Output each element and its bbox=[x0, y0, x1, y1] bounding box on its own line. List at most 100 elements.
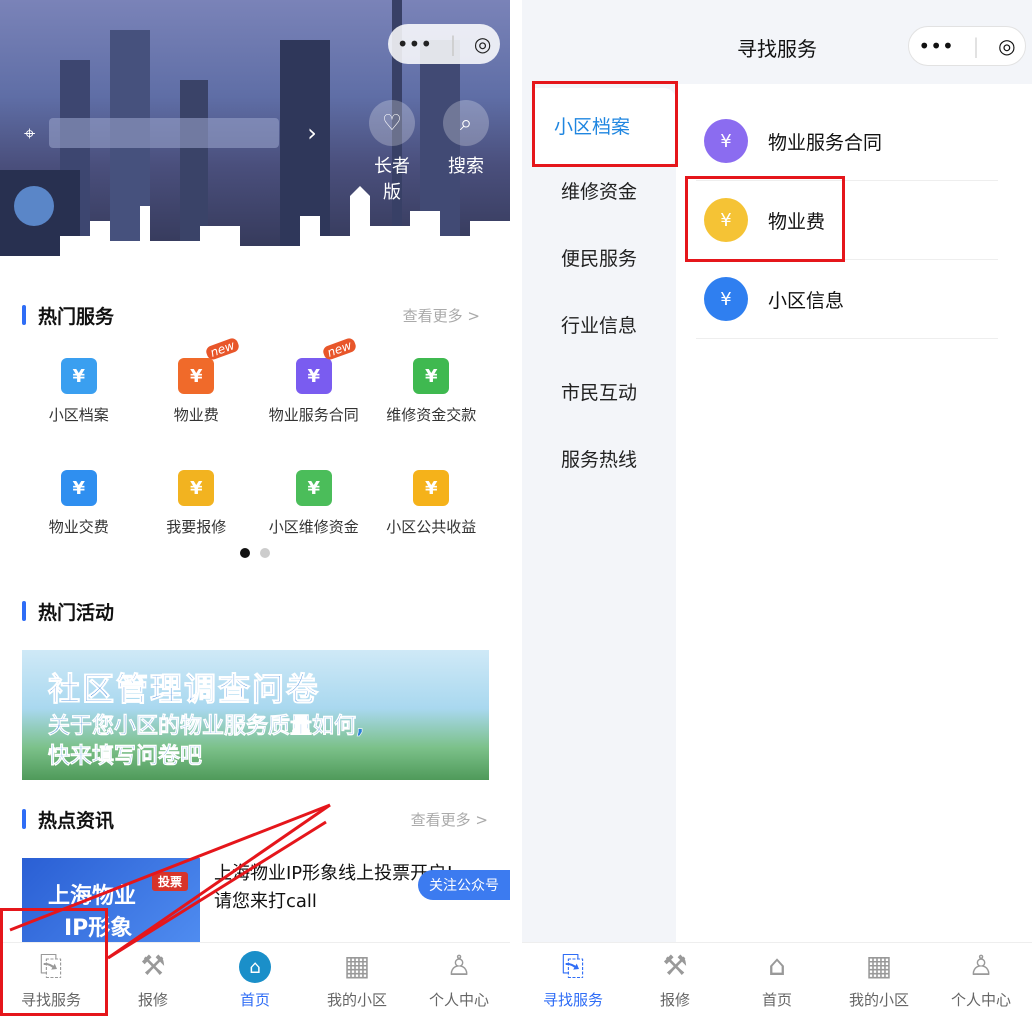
navigation-bar: 寻找服务 ••• | ◎ bbox=[522, 0, 1032, 84]
annotation-box-find-service-tab bbox=[0, 908, 108, 1016]
tab-user[interactable]: ♙ 个人中心 bbox=[930, 943, 1032, 1030]
tab-label: 我的小区 bbox=[848, 991, 909, 1009]
tab-label: 我的小区 bbox=[326, 991, 387, 1009]
right-tab-bar: ⎘ 寻找服务 ⚒ 报修 ⌂ 首页 ▦ 我的小区 ♙ 个人中心 bbox=[522, 942, 1032, 1030]
tab-my-community[interactable]: ▦ 我的小区 bbox=[828, 943, 930, 1030]
skyline-silhouette bbox=[0, 186, 510, 276]
tab-label: 报修 bbox=[659, 991, 690, 1009]
tab-label: 寻找服务 bbox=[542, 991, 603, 1009]
service-item[interactable]: ¥ 小区公共收益 bbox=[373, 452, 491, 564]
tab-label: 个人中心 bbox=[950, 991, 1011, 1009]
home-icon: ⌂ bbox=[239, 951, 271, 983]
mini-program-capsule: ••• | ◎ bbox=[908, 26, 1026, 66]
service-item-label: 小区维修资金 bbox=[268, 518, 359, 536]
location-text-blurred bbox=[49, 118, 280, 148]
home-icon: ⌂ bbox=[768, 949, 786, 982]
building-icon: ¥ bbox=[704, 277, 748, 321]
service-item[interactable]: ¥ 维修资金交款 bbox=[373, 340, 491, 452]
survey-banner-line2: 快来填写问卷吧 bbox=[48, 744, 203, 770]
tab-label: 首页 bbox=[761, 991, 792, 1009]
service-item[interactable]: ¥ 小区维修资金 bbox=[255, 452, 373, 564]
sidebar-item[interactable]: 维修资金 bbox=[522, 177, 676, 204]
house-yen-icon: ¥ bbox=[178, 358, 215, 394]
user-icon: ♙ bbox=[968, 949, 994, 982]
pager-dots bbox=[240, 548, 270, 558]
service-row[interactable]: ¥ 物业服务合同 bbox=[696, 102, 998, 181]
building-icon: ¥ bbox=[60, 358, 97, 394]
hot-news-more-link[interactable]: 查看更多 > bbox=[411, 809, 488, 830]
sidebar-item[interactable]: 服务热线 bbox=[522, 445, 676, 472]
panel-divider bbox=[510, 0, 522, 1030]
tab-label: 报修 bbox=[137, 991, 168, 1009]
pager-dot[interactable] bbox=[260, 548, 270, 558]
tools-icon: ¥ bbox=[178, 470, 215, 506]
service-item-label: 物业交费 bbox=[48, 518, 109, 536]
search-button[interactable]: ⌕ 搜索 bbox=[440, 100, 492, 178]
location-pin-icon: ⌖ bbox=[24, 121, 36, 145]
purse-yen-icon: ¥ bbox=[413, 470, 450, 506]
my-community-icon: ▦ bbox=[865, 949, 893, 982]
search-icon: ⌕ bbox=[443, 100, 489, 146]
tab-find-service[interactable]: ⎘ 寻找服务 bbox=[522, 943, 624, 1030]
elder-mode-label: 长者版 bbox=[374, 156, 410, 203]
my-community-icon: ▦ bbox=[343, 949, 371, 982]
service-row[interactable]: ¥ 小区信息 bbox=[696, 260, 998, 339]
service-item-label: 维修资金交款 bbox=[386, 406, 477, 424]
tab-label: 个人中心 bbox=[428, 991, 489, 1009]
tab-home[interactable]: ⌂ 首页 bbox=[726, 943, 828, 1030]
chevron-right-icon: › bbox=[307, 119, 317, 147]
wallet-icon: ¥ bbox=[295, 470, 332, 506]
survey-banner-title: 社区管理调查问卷 bbox=[47, 670, 321, 709]
more-icon[interactable]: ••• bbox=[397, 32, 432, 56]
elder-mode-button[interactable]: ♡ 长者版 bbox=[366, 100, 418, 204]
close-icon[interactable]: ◎ bbox=[998, 34, 1015, 58]
new-badge: new bbox=[321, 336, 358, 362]
hot-services-grid: ¥ 小区档案 ¥ new 物业费 ¥ new 物业服务合同 ¥ 维修资金交款 ¥ 物业交费 ¥ 我要报修 ¥… bbox=[20, 336, 491, 564]
hot-activity-title: 热门活动 bbox=[22, 598, 114, 625]
hot-services-title: 热门服务 bbox=[22, 302, 114, 329]
repair-icon: ⚒ bbox=[140, 949, 166, 982]
hot-services-more-link[interactable]: 查看更多 > bbox=[403, 305, 480, 326]
yen-box-icon: ¥ bbox=[413, 358, 450, 394]
annotation-box-community-archive bbox=[532, 81, 678, 167]
hot-news-title: 热点资讯 bbox=[22, 806, 114, 833]
follow-official-account-button[interactable]: 关注公众号 bbox=[418, 870, 510, 900]
survey-banner[interactable]: 社区管理调查问卷 关于您小区的物业服务质量如何, 快来填写问卷吧 bbox=[22, 650, 489, 780]
tab-my-community[interactable]: ▦ 我的小区 bbox=[306, 943, 408, 1030]
repair-icon: ⚒ bbox=[662, 949, 688, 982]
find-service-icon: ⎘ bbox=[561, 949, 585, 982]
tab-repair[interactable]: ⚒ 报修 bbox=[624, 943, 726, 1030]
service-item[interactable]: ¥ 小区档案 bbox=[20, 340, 138, 452]
sidebar-item[interactable]: 便民服务 bbox=[522, 244, 676, 271]
sidebar-item[interactable]: 市民互动 bbox=[522, 378, 676, 405]
capsule-divider: | bbox=[972, 34, 980, 58]
service-item-label: 小区公共收益 bbox=[386, 518, 477, 536]
service-item-label: 物业费 bbox=[173, 406, 219, 424]
service-item[interactable]: ¥ new 物业费 bbox=[138, 336, 256, 452]
tab-user[interactable]: ♙ 个人中心 bbox=[408, 943, 510, 1030]
service-item[interactable]: ¥ 物业交费 bbox=[20, 452, 138, 564]
service-row-label: 小区信息 bbox=[768, 289, 845, 312]
tab-home[interactable]: ⌂ 首页 bbox=[204, 943, 306, 1030]
tab-label: 首页 bbox=[239, 991, 270, 1009]
vote-tag: 投票 bbox=[151, 872, 188, 891]
tab-repair[interactable]: ⚒ 报修 bbox=[102, 943, 204, 1030]
capsule-divider: | bbox=[449, 32, 457, 56]
category-sidebar: 小区档案 维修资金 便民服务 行业信息 市民互动 服务热线 bbox=[522, 84, 676, 942]
service-item-label: 小区档案 bbox=[48, 406, 109, 424]
city-banner: ••• | ◎ ⌖ › ♡ 长者版 ⌕ 搜索 bbox=[0, 0, 510, 276]
new-badge: new bbox=[204, 336, 240, 362]
location-bar[interactable]: ⌖ › bbox=[24, 118, 324, 148]
hand-yen-icon: ¥ bbox=[60, 470, 97, 506]
service-row-label: 物业服务合同 bbox=[768, 131, 883, 154]
service-item[interactable]: ¥ 我要报修 bbox=[138, 452, 256, 564]
contract-icon: ¥ bbox=[295, 358, 332, 394]
close-icon[interactable]: ◎ bbox=[474, 32, 491, 56]
sidebar-item[interactable]: 行业信息 bbox=[522, 311, 676, 338]
service-item[interactable]: ¥ new 物业服务合同 bbox=[255, 336, 373, 452]
home-screen: ••• | ◎ ⌖ › ♡ 长者版 ⌕ 搜索 热门服务 查看更多 > ¥ 小区档案… bbox=[0, 0, 510, 1030]
search-label: 搜索 bbox=[448, 156, 484, 177]
user-icon: ♙ bbox=[446, 949, 472, 982]
more-icon[interactable]: ••• bbox=[918, 34, 953, 58]
pager-dot-active[interactable] bbox=[240, 548, 250, 558]
